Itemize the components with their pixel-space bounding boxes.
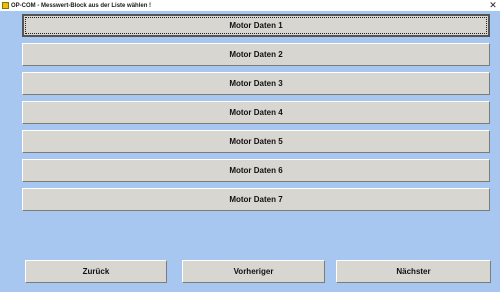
motor-daten-1-button[interactable]: Motor Daten 1 — [22, 14, 490, 37]
motor-daten-7-button[interactable]: Motor Daten 7 — [22, 188, 490, 211]
title-bar: OP-COM - Messwert-Block aus der Liste wä… — [0, 0, 500, 11]
motor-daten-5-button[interactable]: Motor Daten 5 — [22, 130, 490, 153]
motor-daten-2-button[interactable]: Motor Daten 2 — [22, 43, 490, 66]
motor-daten-3-button[interactable]: Motor Daten 3 — [22, 72, 490, 95]
close-icon[interactable]: ✕ — [487, 0, 499, 10]
window-title: OP-COM - Messwert-Block aus der Liste wä… — [11, 2, 152, 9]
measurement-block-list: Motor Daten 1 Motor Daten 2 Motor Daten … — [22, 14, 490, 217]
motor-daten-4-button[interactable]: Motor Daten 4 — [22, 101, 490, 124]
motor-daten-6-button[interactable]: Motor Daten 6 — [22, 159, 490, 182]
next-button[interactable]: Nächster — [336, 260, 491, 283]
previous-button[interactable]: Vorheriger — [182, 260, 325, 283]
back-button[interactable]: Zurück — [25, 260, 167, 283]
app-icon — [2, 2, 9, 9]
